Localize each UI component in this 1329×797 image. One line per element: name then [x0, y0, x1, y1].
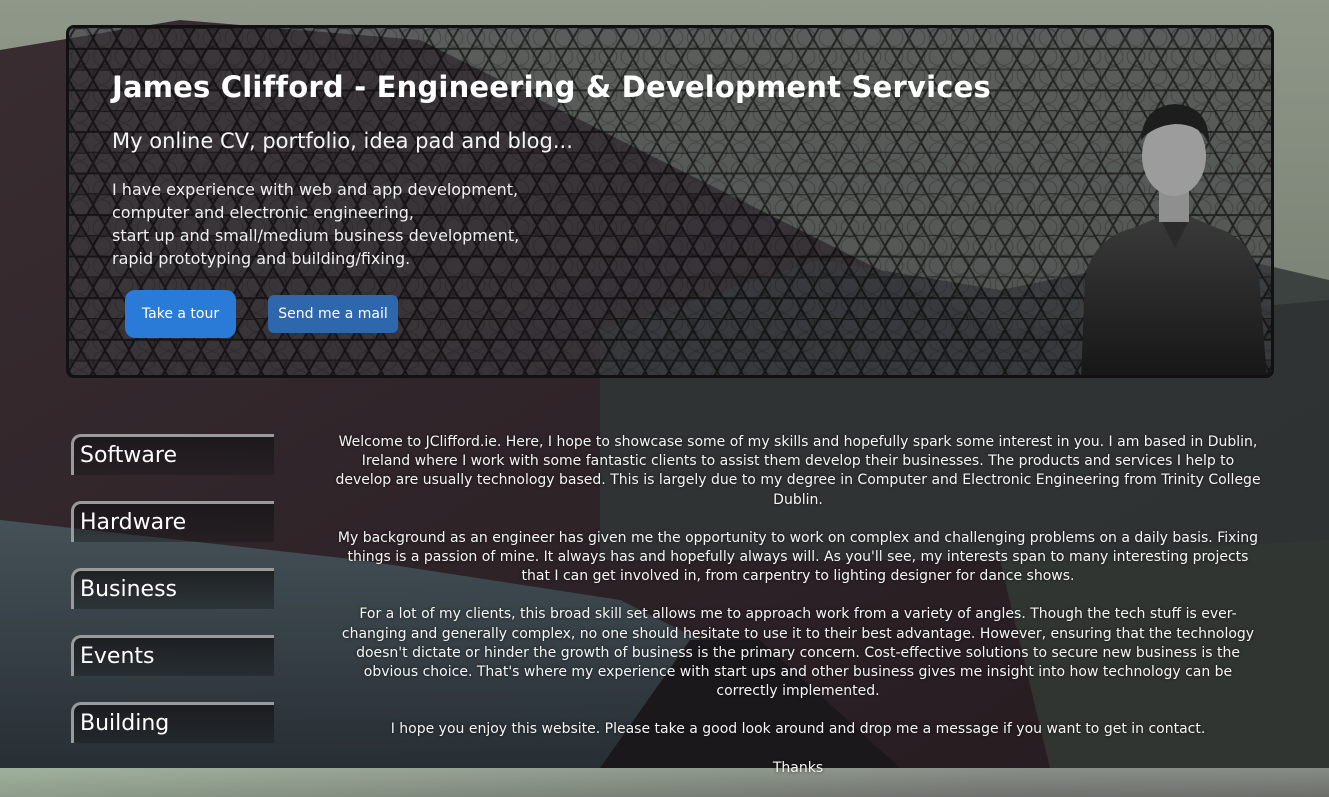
- experience-line: I have experience with web and app devel…: [112, 180, 519, 199]
- experience-line: rapid prototyping and building/fixing.: [112, 249, 411, 268]
- side-navigation: Software Hardware Business Events Buildi…: [71, 434, 276, 769]
- nav-item-software[interactable]: Software: [71, 434, 274, 475]
- nav-item-hardware[interactable]: Hardware: [71, 501, 274, 542]
- experience-line: computer and electronic engineering,: [112, 203, 414, 222]
- nav-item-events[interactable]: Events: [71, 635, 274, 676]
- thanks-text: Thanks: [772, 759, 824, 776]
- experience-line: start up and small/medium business devel…: [112, 226, 520, 245]
- welcome-text: Welcome to JClifford.ie. Here, I hope to…: [333, 433, 1263, 797]
- take-a-tour-button[interactable]: Take a tour: [125, 290, 236, 338]
- experience-list: I have experience with web and app devel…: [112, 178, 519, 270]
- send-mail-button[interactable]: Send me a mail: [268, 295, 398, 333]
- welcome-paragraph: Welcome to JClifford.ie. Here, I hope to…: [335, 434, 1261, 508]
- clients-paragraph: For a lot of my clients, this broad skil…: [341, 606, 1255, 700]
- page-subtitle: My online CV, portfolio, idea pad and bl…: [112, 129, 573, 153]
- nav-item-building[interactable]: Building: [71, 702, 274, 743]
- background-paragraph: My background as an engineer has given m…: [337, 529, 1259, 585]
- nav-item-business[interactable]: Business: [71, 568, 274, 609]
- page-title: James Clifford - Engineering & Developme…: [112, 70, 991, 104]
- hero-banner: James Clifford - Engineering & Developme…: [66, 25, 1274, 378]
- closing-paragraph: I hope you enjoy this website. Please ta…: [390, 721, 1206, 738]
- profile-photo: [1081, 104, 1267, 375]
